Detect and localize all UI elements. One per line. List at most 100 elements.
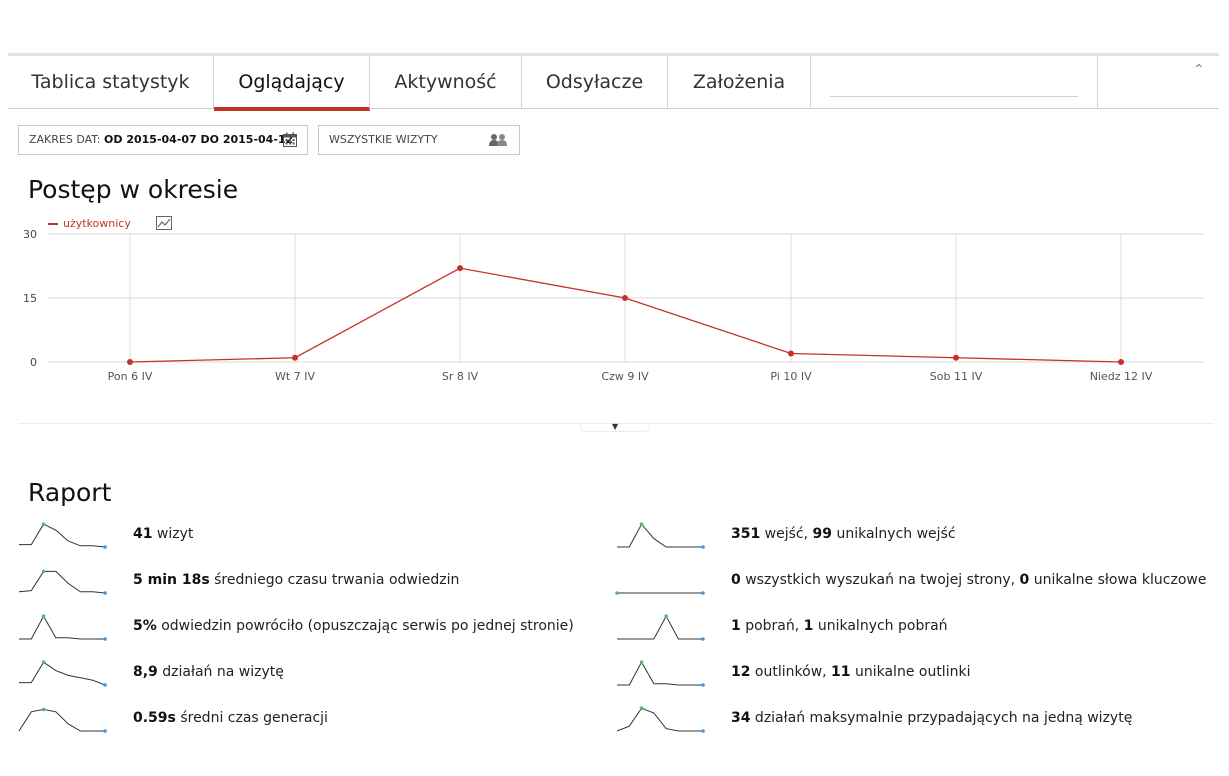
sparkline-max-point	[41, 660, 46, 664]
date-range-selector[interactable]: ZAKRES DAT: OD 2015-04-07 DO 2015-04-12	[18, 125, 308, 155]
report-metric[interactable]: 41 wizyt	[133, 526, 193, 542]
report-metric[interactable]: 8,9 działań na wizytę	[133, 664, 284, 680]
sparkline-max-point	[41, 569, 46, 574]
metric-value: 34	[731, 710, 751, 726]
sparkline-path	[617, 661, 703, 686]
metric-value: 1	[731, 618, 741, 634]
sparkline	[19, 522, 107, 549]
metric-label: unikalne outlinki	[850, 664, 971, 680]
metric-value: 12	[731, 664, 751, 680]
metric-label: działań na wizytę	[157, 664, 284, 680]
sparkline-path	[19, 523, 106, 548]
metric-label: pobrań,	[740, 618, 804, 634]
metric-value: 1	[803, 618, 814, 634]
report-metric[interactable]: 5% odwiedzin powróciło (opuszczając serw…	[133, 618, 574, 634]
metric-value: 5%	[133, 618, 157, 634]
y-tick-label: 0	[30, 356, 37, 369]
x-tick-label: Sob 11 IV	[930, 370, 983, 383]
metric-value: 99	[812, 526, 833, 542]
sparkline-max-point	[664, 614, 668, 618]
data-point	[457, 265, 463, 272]
data-point	[788, 350, 794, 357]
evolution-title: Postęp w okresie	[28, 175, 239, 204]
x-tick-label: Niedz 12 IV	[1090, 370, 1153, 383]
chevron-up-icon[interactable]: ⌃	[1193, 62, 1205, 78]
y-tick-label: 30	[23, 228, 37, 241]
sparkline-last-point	[103, 683, 107, 687]
sparkline-max-point	[41, 522, 46, 526]
report-metric[interactable]: 351 wejść, 99 unikalnych wejść	[731, 526, 956, 542]
sparkline-last-point	[103, 545, 107, 549]
sparkline-max-point	[639, 660, 644, 664]
metric-label: wizyt	[152, 526, 194, 542]
tab-actions[interactable]: Aktywność	[370, 56, 522, 108]
metric-label: unikalnych pobrań	[813, 618, 948, 634]
users-icon	[489, 134, 507, 146]
sparkline-last-point	[701, 729, 705, 733]
tab-dashboard[interactable]: Tablica statystyk	[8, 56, 214, 108]
metric-value: 8,9	[133, 664, 158, 680]
sparkline-last-point	[103, 729, 107, 733]
sparkline-path	[18, 708, 105, 732]
data-point	[127, 359, 133, 365]
sparkline-path	[19, 615, 105, 640]
divider	[1097, 56, 1098, 108]
sparkline-max-point	[41, 614, 46, 618]
sparkline	[617, 614, 705, 641]
date-range-value: OD 2015-04-07 DO 2015-04-12	[104, 133, 294, 146]
evolution-graph: 0 15 30 Pon 6 IV Wt 7 IV Sr 8 IV Czw 9 IV Pi 10…	[23, 228, 1204, 383]
sparkline	[616, 706, 705, 733]
report-title: Raport	[28, 478, 112, 507]
metric-value: 41	[133, 526, 153, 542]
data-point	[622, 295, 628, 301]
data-point	[953, 354, 959, 361]
sparkline-last-point	[103, 637, 107, 641]
sparkline-path	[19, 661, 106, 686]
report-metric[interactable]: 34 działań maksymalnie przypadających na…	[731, 710, 1132, 726]
sparkline-last-point	[701, 637, 705, 641]
sparkline	[617, 660, 705, 687]
calendar-icon	[283, 132, 297, 147]
metric-value: 0	[1019, 572, 1030, 588]
sparkline	[615, 591, 705, 595]
data-point	[1118, 359, 1124, 365]
sparkline-max-point	[639, 522, 644, 526]
caret-down-icon: ▼	[612, 422, 619, 431]
metric-label: średniego czasu trwania odwiedzin	[209, 572, 460, 588]
segment-selector[interactable]: WSZYSTKIE WIZYTY	[318, 125, 520, 155]
x-tick-label: Wt 7 IV	[275, 370, 315, 383]
sparkline-max-point	[615, 591, 619, 595]
sparkline-max-point	[41, 707, 46, 712]
metric-label: wejść,	[760, 526, 813, 542]
report-metric[interactable]: 5 min 18s średniego czasu trwania odwied…	[133, 572, 459, 588]
metric-label: działań maksymalnie przypadających na je…	[750, 710, 1133, 726]
tab-visitors[interactable]: Oglądający	[214, 56, 370, 111]
report-metric[interactable]: 12 outlinków, 11 unikalne outlinki	[731, 664, 970, 680]
sparkline-path	[617, 523, 703, 548]
x-tick-label: Czw 9 IV	[601, 370, 649, 383]
metric-value: 0	[731, 572, 741, 588]
metric-value: 11	[831, 664, 851, 680]
reporting-tabs: Tablica statystyk Oglądający Aktywność O…	[8, 53, 1219, 111]
sparkline-max-point	[639, 706, 644, 710]
metric-label: wszystkich wyszukań na twojej strony,	[740, 572, 1020, 588]
search-input[interactable]	[830, 96, 1078, 97]
x-tick-label: Sr 8 IV	[442, 370, 479, 383]
metric-label: unikalnych wejść	[832, 526, 956, 542]
data-point	[292, 354, 298, 361]
sparkline	[19, 614, 107, 641]
expand-graph-button[interactable]: ▼	[580, 422, 650, 432]
report-metric[interactable]: 0.59s średni czas generacji	[133, 710, 328, 726]
tab-referrers[interactable]: Odsyłacze	[522, 56, 668, 108]
metric-value: 351	[731, 526, 761, 542]
sparkline-last-point	[701, 591, 705, 595]
sparkline-last-point	[103, 591, 107, 595]
metric-label: średni czas generacji	[175, 710, 328, 726]
sparkline	[18, 707, 107, 733]
y-tick-label: 15	[23, 292, 37, 305]
metric-value: 0.59s	[133, 710, 176, 726]
x-tick-label: Pi 10 IV	[770, 370, 812, 383]
tab-goals[interactable]: Założenia	[668, 56, 811, 108]
report-metric[interactable]: 1 pobrań, 1 unikalnych pobrań	[731, 618, 948, 634]
report-metric[interactable]: 0 wszystkich wyszukań na twojej strony, …	[731, 572, 1206, 588]
